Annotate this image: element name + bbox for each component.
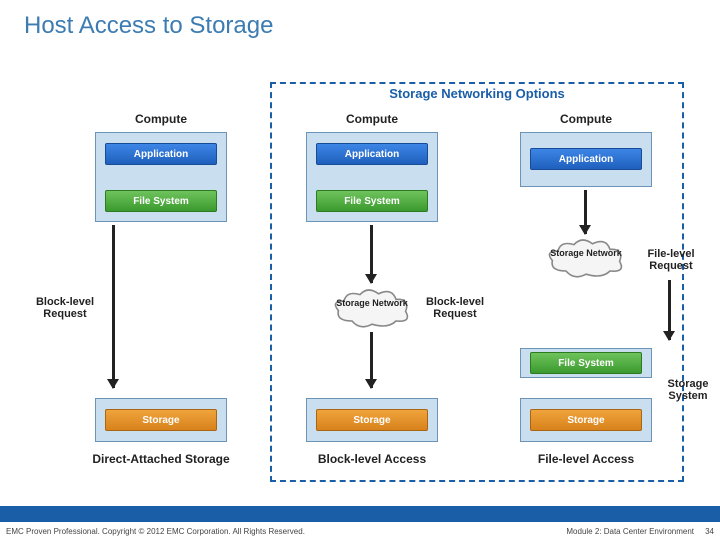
storage-network-cloud-1: Storage Network xyxy=(546,239,626,279)
filesystem-bar-3: File System xyxy=(530,352,642,374)
col-header-compute-1: Compute xyxy=(95,112,227,126)
page-title: Host Access to Storage xyxy=(24,12,273,40)
storage-bar-2: Storage xyxy=(316,409,428,431)
label-block-request-2: Block-level Request xyxy=(420,296,490,320)
footer-strip xyxy=(0,506,720,522)
application-bar-3: Application xyxy=(530,148,642,170)
filesystem-bar-1: File System xyxy=(105,190,217,212)
storage-bar-1: Storage xyxy=(105,409,217,431)
arrow-col3-b xyxy=(668,280,671,340)
arrow-col2-a xyxy=(370,225,373,283)
col-header-compute-2: Compute xyxy=(306,112,438,126)
arrow-col3-a xyxy=(584,190,587,234)
application-bar-2: Application xyxy=(316,143,428,165)
page-number: 34 xyxy=(705,527,714,536)
footer-right: Module 2: Data Center Environment xyxy=(566,527,694,536)
arrow-col1 xyxy=(112,225,115,388)
storage-bar-3: Storage xyxy=(530,409,642,431)
storage-network-cloud-2: Storage Network xyxy=(332,289,412,329)
storage-networking-title: Storage Networking Options xyxy=(270,86,684,101)
cloud-label-1: Storage Network xyxy=(550,248,622,258)
caption-block-access: Block-level Access xyxy=(290,452,454,466)
arrow-col2-b xyxy=(370,332,373,388)
caption-file-access: File-level Access xyxy=(508,452,664,466)
caption-direct-attached: Direct-Attached Storage xyxy=(76,452,246,466)
label-block-request-1: Block-level Request xyxy=(30,296,100,320)
col-header-compute-3: Compute xyxy=(520,112,652,126)
footer-left: EMC Proven Professional. Copyright © 201… xyxy=(6,527,305,536)
filesystem-bar-2: File System xyxy=(316,190,428,212)
label-file-request: File-level Request xyxy=(636,248,706,272)
application-bar-1: Application xyxy=(105,143,217,165)
cloud-label-2: Storage Network xyxy=(336,298,408,308)
label-storage-system: Storage System xyxy=(660,378,716,402)
